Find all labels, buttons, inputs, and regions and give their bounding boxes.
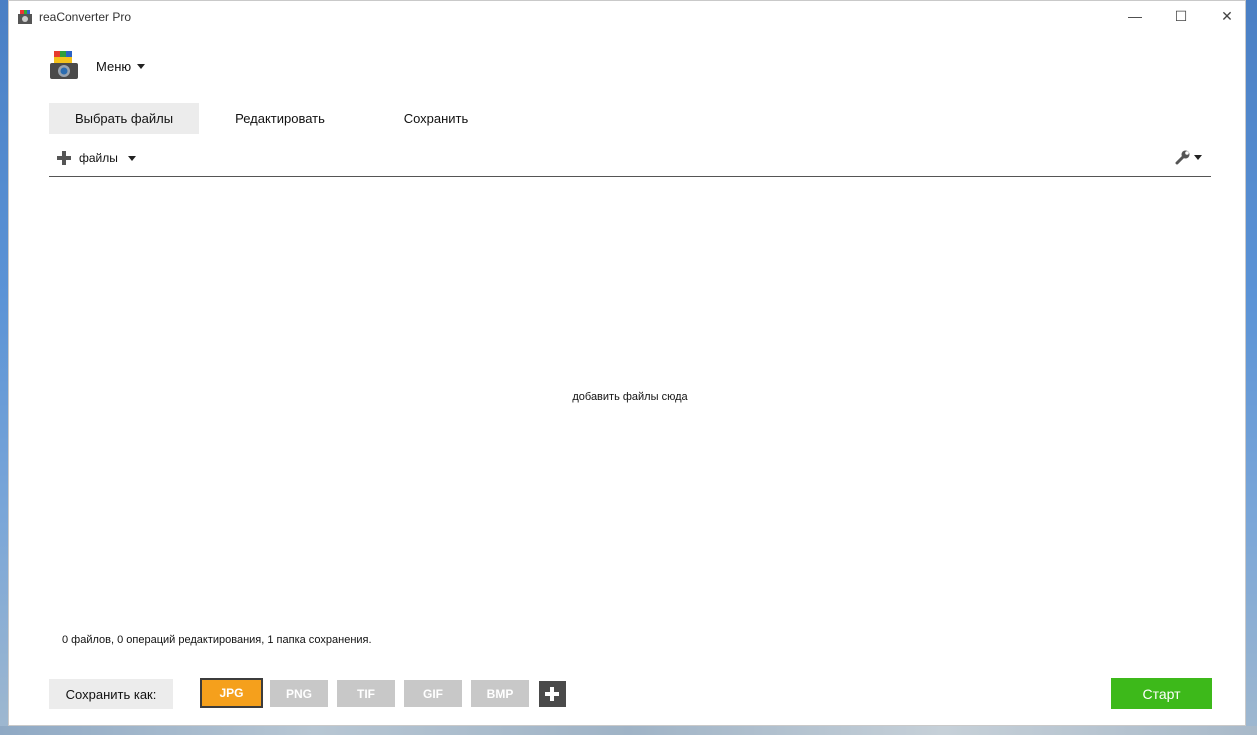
format-jpg-label: JPG: [219, 686, 244, 700]
tab-edit[interactable]: Редактировать: [215, 103, 345, 134]
format-jpg-button[interactable]: JPG: [200, 678, 263, 708]
minimize-icon: —: [1128, 8, 1142, 24]
menu-button[interactable]: Меню: [96, 59, 146, 74]
tab-select-files-label: Выбрать файлы: [74, 111, 174, 126]
menu-label: Меню: [96, 59, 132, 74]
maximize-button[interactable]: ☐: [1158, 1, 1204, 31]
tab-save-label: Сохранить: [403, 111, 469, 126]
start-label: Старт: [1142, 685, 1181, 702]
title-bar[interactable]: reaConverter Pro — ☐ ✕: [9, 1, 1245, 33]
add-files-button[interactable]: файлы: [57, 149, 136, 167]
format-gif-label: GIF: [423, 686, 443, 701]
format-tif-label: TIF: [357, 686, 375, 701]
tab-select-files[interactable]: Выбрать файлы: [49, 103, 199, 134]
wrench-icon: [1175, 150, 1190, 165]
tab-save[interactable]: Сохранить: [371, 103, 501, 134]
save-as-text: Сохранить как:: [65, 686, 157, 702]
chevron-down-icon: [137, 64, 146, 69]
window-title: reaConverter Pro: [39, 10, 132, 24]
close-button[interactable]: ✕: [1204, 1, 1250, 31]
app-icon: [18, 10, 32, 24]
plus-icon: [545, 687, 559, 701]
format-bmp-label: BMP: [486, 686, 514, 701]
maximize-icon: ☐: [1174, 7, 1188, 24]
format-bmp-button[interactable]: BMP: [471, 680, 529, 707]
desktop-background: [0, 0, 8, 735]
format-tif-button[interactable]: TIF: [337, 680, 395, 707]
start-button[interactable]: Старт: [1111, 678, 1212, 709]
format-png-label: PNG: [285, 686, 312, 701]
close-icon: ✕: [1221, 7, 1233, 24]
plus-icon: [57, 151, 71, 165]
desktop-background-bottom: [0, 726, 1257, 735]
file-drop-zone[interactable]: добавить файлы сюда: [49, 177, 1211, 617]
chevron-down-icon: [127, 155, 136, 161]
format-png-button[interactable]: PNG: [270, 680, 328, 707]
drop-hint: добавить файлы сюда: [572, 391, 688, 403]
format-gif-button[interactable]: GIF: [404, 680, 462, 707]
add-format-button[interactable]: [539, 681, 566, 707]
status-text: 0 файлов, 0 операций редактирования, 1 п…: [62, 634, 372, 646]
tab-edit-label: Редактировать: [235, 111, 325, 126]
chevron-down-icon: [1194, 154, 1202, 160]
logo-icon: [50, 51, 78, 79]
minimize-button[interactable]: —: [1112, 1, 1158, 31]
add-files-label: файлы: [79, 151, 118, 165]
app-window: reaConverter Pro — ☐ ✕ Меню Выбрать файл…: [8, 0, 1246, 726]
settings-button[interactable]: [1175, 149, 1202, 165]
save-as-label: Сохранить как:: [49, 679, 173, 709]
